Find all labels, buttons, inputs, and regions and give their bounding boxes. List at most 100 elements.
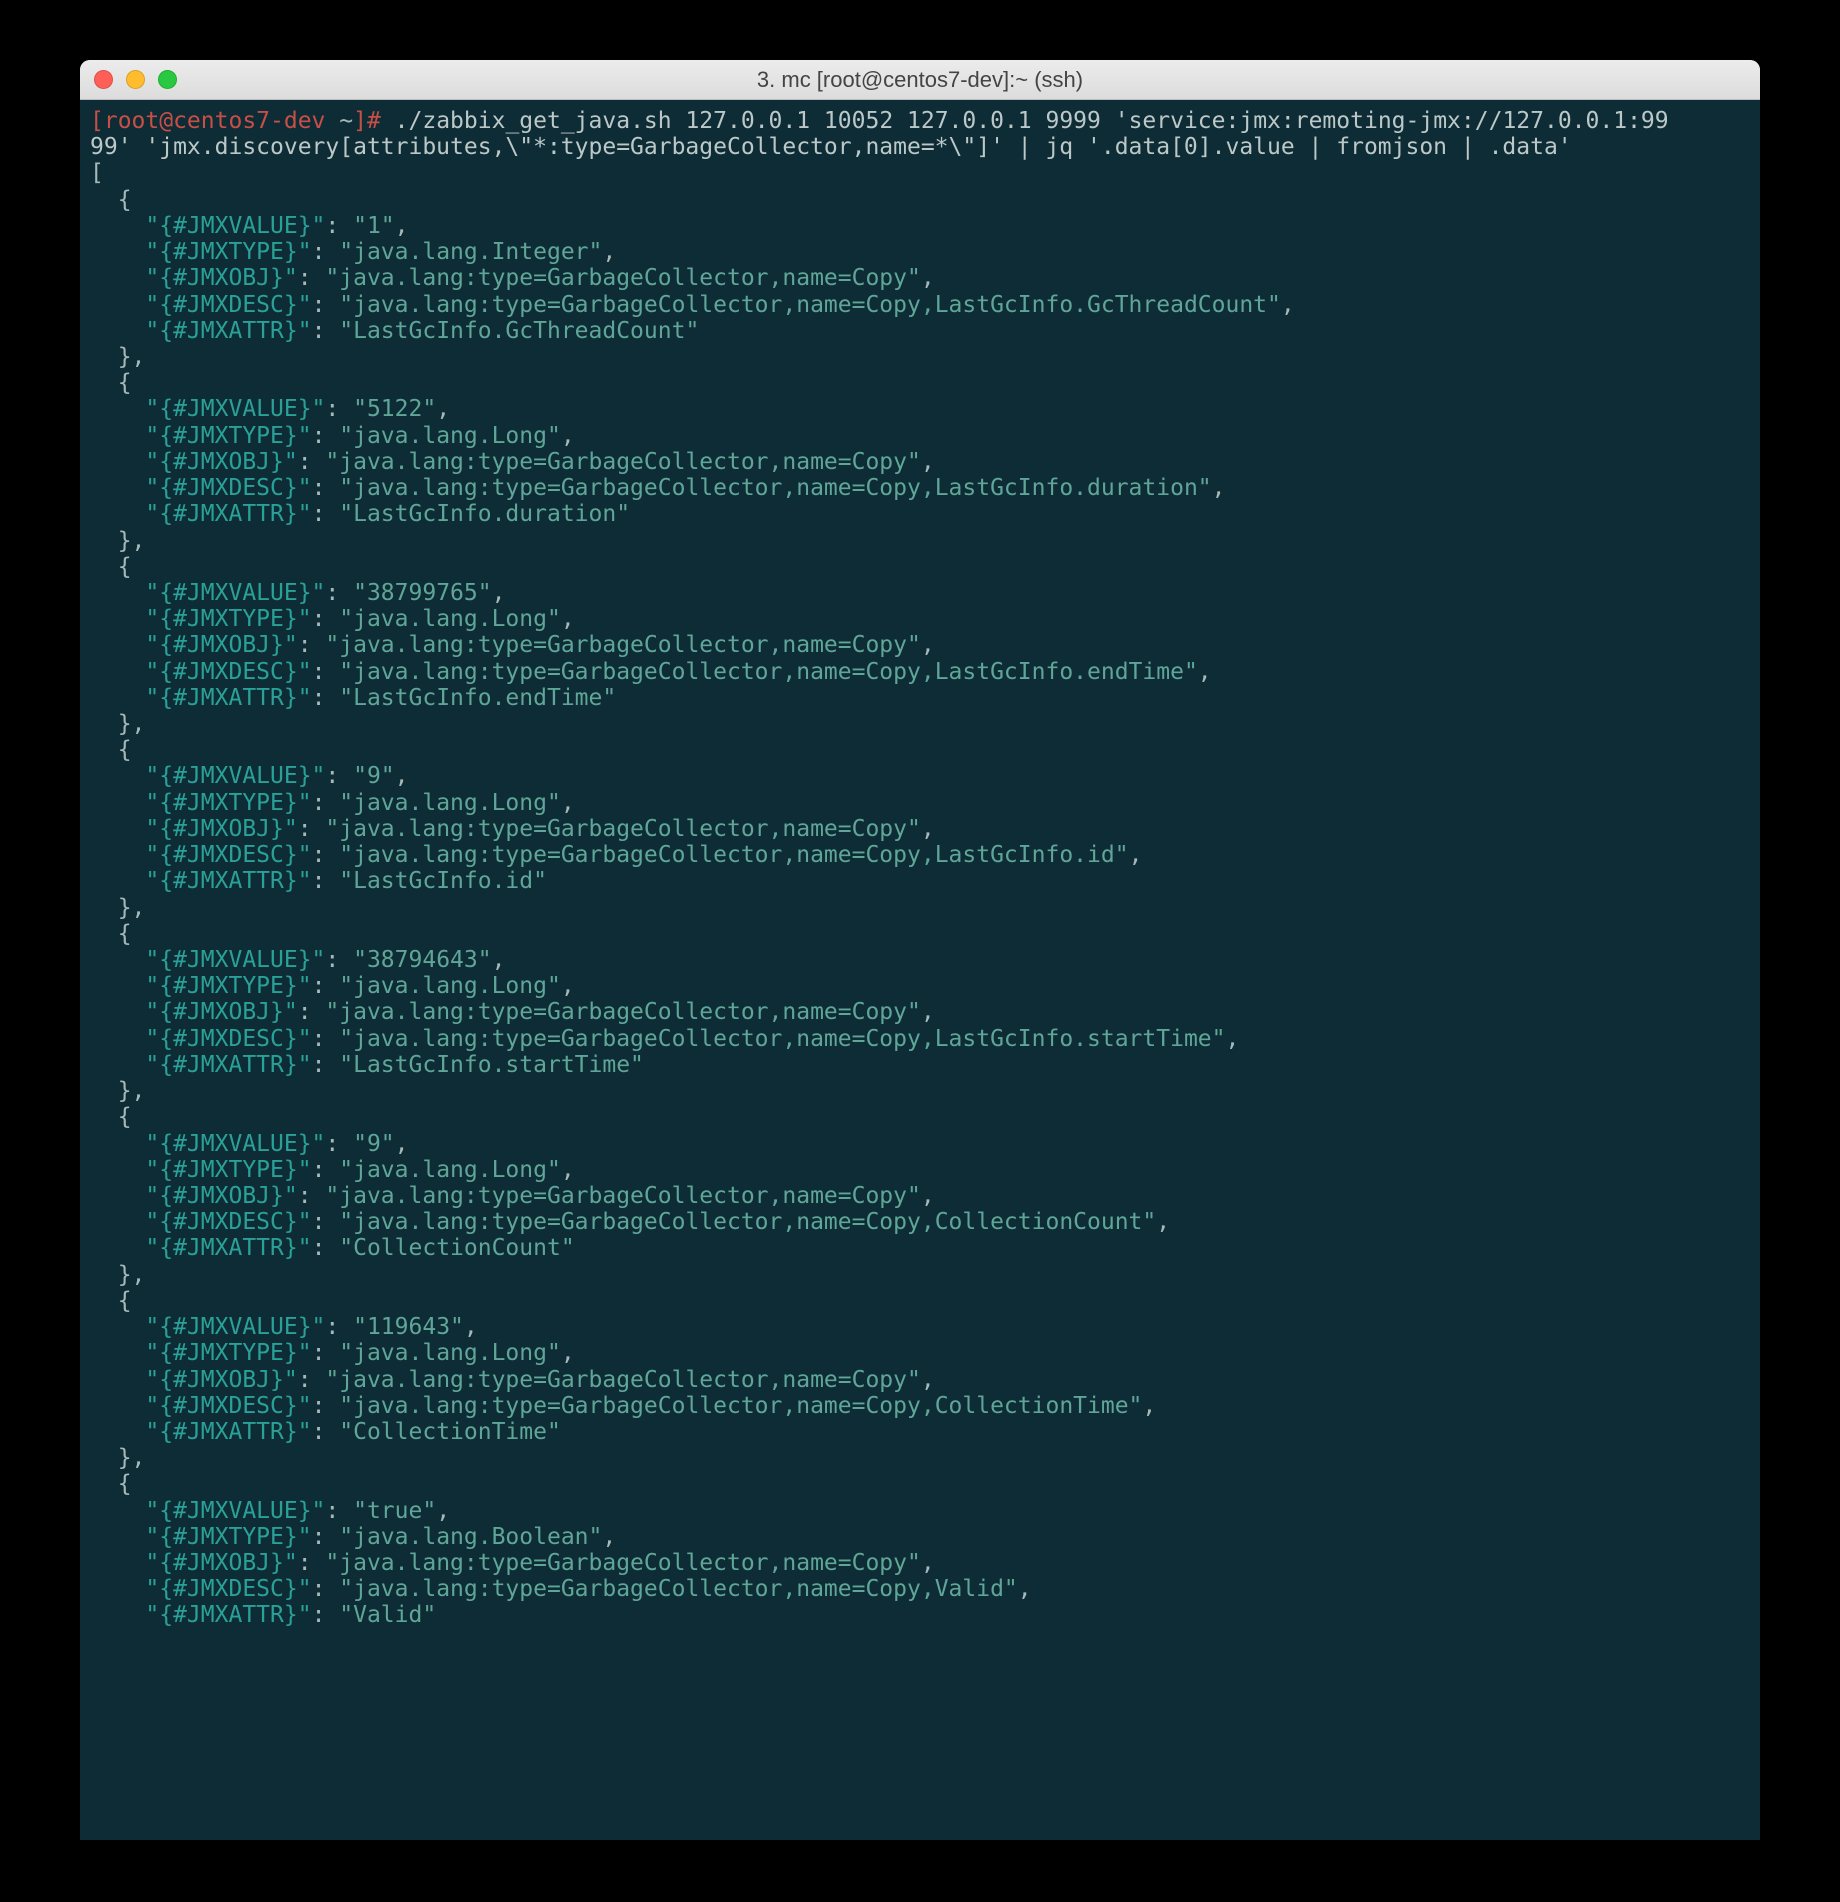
close-icon[interactable]	[94, 70, 113, 89]
json-key-attr: "{#JMXATTR}"	[145, 685, 311, 711]
terminal-window: 3. mc [root@centos7-dev]:~ (ssh) [root@c…	[80, 60, 1760, 1840]
json-colon: :	[312, 973, 340, 999]
command-line-1: ./zabbix_get_java.sh 127.0.0.1 10052 127…	[395, 108, 1669, 134]
json-key-value: "{#JMXVALUE}"	[145, 947, 325, 973]
json-object-close: },	[90, 344, 145, 370]
json-colon: :	[312, 1602, 340, 1628]
json-colon: :	[312, 1052, 340, 1078]
json-object-close: },	[90, 1445, 145, 1471]
json-comma: ,	[492, 947, 506, 973]
json-colon: :	[312, 239, 340, 265]
json-val-value: "5122"	[353, 396, 436, 422]
json-key-value: "{#JMXVALUE}"	[145, 1131, 325, 1157]
json-colon: :	[312, 606, 340, 632]
titlebar[interactable]: 3. mc [root@centos7-dev]:~ (ssh)	[80, 60, 1760, 100]
json-key-attr: "{#JMXATTR}"	[145, 868, 311, 894]
json-colon: :	[312, 685, 340, 711]
json-object-close: },	[90, 528, 145, 554]
json-val-desc: "java.lang:type=GarbageCollector,name=Co…	[339, 842, 1128, 868]
json-comma: ,	[436, 396, 450, 422]
command-line-2b: '.data[0].value | fromjson | .data'	[1087, 134, 1572, 160]
json-val-type: "java.lang.Long"	[339, 1340, 561, 1366]
json-val-desc: "java.lang:type=GarbageCollector,name=Co…	[339, 475, 1211, 501]
json-comma: ,	[1225, 1026, 1239, 1052]
json-comma: ,	[1018, 1576, 1032, 1602]
terminal-body[interactable]: [root@centos7-dev ~]# ./zabbix_get_java.…	[80, 100, 1760, 1840]
json-object-open: {	[90, 554, 132, 580]
prompt-hash: #	[367, 108, 395, 134]
json-colon: :	[312, 318, 340, 344]
json-comma: ,	[561, 1340, 575, 1366]
json-comma: ,	[1212, 475, 1226, 501]
json-colon: :	[298, 1550, 326, 1576]
json-colon: :	[312, 1419, 340, 1445]
json-key-desc: "{#JMXDESC}"	[145, 1576, 311, 1602]
json-colon: :	[325, 1131, 353, 1157]
json-comma: ,	[436, 1498, 450, 1524]
json-val-obj: "java.lang:type=GarbageCollector,name=Co…	[325, 1183, 920, 1209]
json-comma: ,	[561, 973, 575, 999]
json-val-type: "java.lang.Long"	[339, 606, 561, 632]
json-colon: :	[325, 947, 353, 973]
json-object-open: {	[90, 921, 132, 947]
json-object-open: {	[90, 1471, 132, 1497]
json-comma: ,	[1281, 292, 1295, 318]
json-val-attr: "LastGcInfo.endTime"	[339, 685, 616, 711]
json-val-attr: "LastGcInfo.startTime"	[339, 1052, 644, 1078]
json-comma: ,	[561, 790, 575, 816]
json-key-attr: "{#JMXATTR}"	[145, 1419, 311, 1445]
json-key-type: "{#JMXTYPE}"	[145, 239, 311, 265]
json-val-desc: "java.lang:type=GarbageCollector,name=Co…	[339, 659, 1198, 685]
json-key-type: "{#JMXTYPE}"	[145, 790, 311, 816]
json-object-open: {	[90, 737, 132, 763]
json-comma: ,	[464, 1314, 478, 1340]
json-val-value: "9"	[353, 1131, 395, 1157]
json-object-open: {	[90, 187, 132, 213]
window-title: 3. mc [root@centos7-dev]:~ (ssh)	[94, 67, 1746, 93]
json-comma: ,	[492, 580, 506, 606]
json-key-attr: "{#JMXATTR}"	[145, 1235, 311, 1261]
json-key-obj: "{#JMXOBJ}"	[145, 1183, 297, 1209]
json-key-type: "{#JMXTYPE}"	[145, 1340, 311, 1366]
json-val-value: "true"	[353, 1498, 436, 1524]
json-key-obj: "{#JMXOBJ}"	[145, 816, 297, 842]
json-colon: :	[325, 213, 353, 239]
json-key-desc: "{#JMXDESC}"	[145, 292, 311, 318]
json-val-attr: "LastGcInfo.GcThreadCount"	[339, 318, 699, 344]
json-val-obj: "java.lang:type=GarbageCollector,name=Co…	[325, 265, 920, 291]
json-key-obj: "{#JMXOBJ}"	[145, 449, 297, 475]
json-comma: ,	[1156, 1209, 1170, 1235]
json-key-obj: "{#JMXOBJ}"	[145, 1367, 297, 1393]
minimize-icon[interactable]	[126, 70, 145, 89]
json-key-desc: "{#JMXDESC}"	[145, 475, 311, 501]
json-object-open: {	[90, 1104, 132, 1130]
maximize-icon[interactable]	[158, 70, 177, 89]
json-colon: :	[312, 475, 340, 501]
json-key-attr: "{#JMXATTR}"	[145, 1602, 311, 1628]
json-comma: ,	[1142, 1393, 1156, 1419]
json-comma: ,	[395, 763, 409, 789]
json-key-value: "{#JMXVALUE}"	[145, 580, 325, 606]
json-colon: :	[312, 842, 340, 868]
json-key-type: "{#JMXTYPE}"	[145, 606, 311, 632]
json-key-value: "{#JMXVALUE}"	[145, 763, 325, 789]
json-colon: :	[312, 659, 340, 685]
json-colon: :	[298, 1183, 326, 1209]
json-val-type: "java.lang.Long"	[339, 973, 561, 999]
json-key-value: "{#JMXVALUE}"	[145, 1314, 325, 1340]
json-colon: :	[312, 423, 340, 449]
json-colon: :	[312, 1524, 340, 1550]
json-val-desc: "java.lang:type=GarbageCollector,name=Co…	[339, 1393, 1142, 1419]
prompt-bracket: ]	[353, 108, 367, 134]
json-object-open: {	[90, 1288, 132, 1314]
json-val-value: "1"	[353, 213, 395, 239]
json-comma: ,	[1198, 659, 1212, 685]
json-key-obj: "{#JMXOBJ}"	[145, 1550, 297, 1576]
json-comma: ,	[921, 1550, 935, 1576]
json-colon: :	[312, 1209, 340, 1235]
json-key-obj: "{#JMXOBJ}"	[145, 265, 297, 291]
json-colon: :	[298, 816, 326, 842]
json-colon: :	[312, 501, 340, 527]
json-comma: ,	[1129, 842, 1143, 868]
json-key-attr: "{#JMXATTR}"	[145, 501, 311, 527]
